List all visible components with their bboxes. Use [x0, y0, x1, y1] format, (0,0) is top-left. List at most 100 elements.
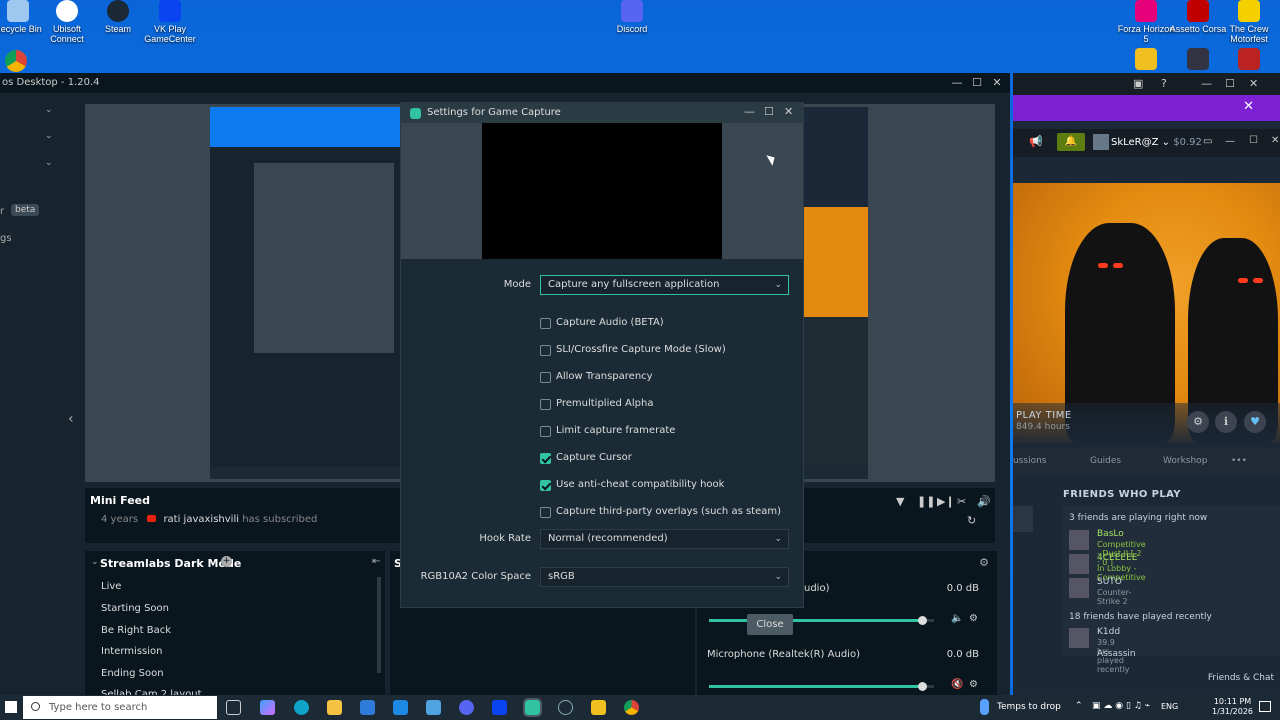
edge-icon[interactable]	[294, 700, 309, 715]
sidebar-item-label[interactable]: r	[0, 206, 4, 217]
gear-icon[interactable]: ⚙	[1187, 411, 1209, 433]
scrollbar[interactable]	[377, 577, 381, 673]
file-explorer-icon[interactable]	[327, 700, 342, 715]
chevron-down-icon[interactable]: ⌄	[45, 158, 53, 168]
minimize-button[interactable]: —	[1225, 136, 1235, 147]
slider-knob[interactable]	[917, 616, 927, 625]
desktop-icon-chrome[interactable]	[0, 50, 48, 74]
gear-icon[interactable]: ⚙	[979, 556, 989, 569]
color-space-select[interactable]: sRGB ⌄	[540, 567, 789, 587]
maximize-button[interactable]: ☐	[1225, 77, 1235, 90]
volume-icon[interactable]: 🔊	[977, 495, 991, 508]
scene-item[interactable]: Starting Soon	[101, 603, 169, 614]
scene-item[interactable]: Be Right Back	[101, 625, 171, 636]
task-view-icon[interactable]	[226, 700, 241, 715]
mail-icon[interactable]	[393, 700, 408, 715]
heart-icon[interactable]: ♥	[1244, 411, 1266, 433]
checkbox-box[interactable]	[540, 372, 551, 383]
checkbox-box[interactable]	[540, 480, 551, 491]
gear-icon[interactable]: ⚙	[969, 613, 978, 624]
steam-icon[interactable]	[558, 700, 573, 715]
scene-item[interactable]: Ending Soon	[101, 668, 164, 679]
vk-play-icon[interactable]	[492, 700, 507, 715]
refresh-icon[interactable]: ↻	[967, 514, 976, 527]
chrome-icon[interactable]	[624, 700, 639, 715]
notification-bell-icon[interactable]: 🔔	[1057, 133, 1085, 151]
weather-text[interactable]: Temps to drop	[997, 702, 1061, 712]
mute-icon[interactable]: 🔇	[951, 679, 963, 690]
streamlabs-icon[interactable]	[523, 698, 542, 717]
friend-name: BasLo	[1097, 529, 1124, 539]
tab-more[interactable]: •••	[1231, 456, 1247, 466]
chevron-up-icon[interactable]: ⌃	[1075, 701, 1083, 711]
taskbar-search-input[interactable]: Type here to search	[23, 696, 217, 719]
checkbox-box[interactable]	[540, 453, 551, 464]
gear-icon[interactable]: ⚙	[969, 679, 978, 690]
preview-nested	[254, 163, 394, 353]
volume-slider[interactable]	[709, 616, 934, 625]
checkbox-box[interactable]	[540, 426, 551, 437]
maximize-button[interactable]: ☐	[764, 105, 774, 118]
friend-status: Counter-Strike 2	[1097, 588, 1132, 606]
windows-start-icon[interactable]	[5, 701, 17, 713]
notification-icon[interactable]	[1259, 701, 1271, 712]
maximize-button[interactable]: ☐	[967, 73, 987, 93]
close-button[interactable]: ✕	[987, 73, 1007, 93]
scene-transition-icon[interactable]: ⇤	[372, 556, 380, 567]
close-icon[interactable]: ✕	[1243, 99, 1254, 114]
desktop-icon-discord[interactable]: Discord	[600, 0, 664, 34]
checkbox-box[interactable]	[540, 345, 551, 356]
sidebar-item-settings[interactable]: gs	[0, 233, 12, 244]
desktop-icon-row2-c[interactable]	[1217, 48, 1280, 72]
info-icon[interactable]: ℹ	[1215, 411, 1237, 433]
desktop-icon-the-crew[interactable]: The Crew Motorfest	[1217, 0, 1280, 44]
volume-icon[interactable]: 🔈	[951, 613, 963, 624]
filter-icon[interactable]: ▼	[896, 495, 904, 508]
close-button[interactable]: ✕	[784, 105, 793, 118]
scene-collection-title[interactable]: Streamlabs Dark Mode	[100, 557, 241, 570]
friends-chat-button[interactable]: Friends & Chat	[1208, 673, 1274, 683]
app-icon[interactable]	[591, 700, 606, 715]
scene-item[interactable]: Intermission	[101, 646, 162, 657]
mute-alerts-icon[interactable]: ✂	[957, 495, 966, 508]
help-icon[interactable]: ?	[1161, 77, 1167, 90]
store-icon[interactable]	[360, 700, 375, 715]
checkbox-box[interactable]	[540, 318, 551, 329]
chrome-icon	[5, 50, 27, 72]
minimize-button[interactable]: —	[947, 73, 967, 93]
clock[interactable]: 10:11 PM 1/31/2026	[1212, 697, 1253, 717]
minimize-button[interactable]: —	[744, 105, 755, 118]
checkbox-box[interactable]	[540, 399, 551, 410]
mode-select[interactable]: Capture any fullscreen application ⌄	[540, 275, 789, 295]
maximize-button[interactable]: ☐	[1249, 135, 1258, 146]
steam-username[interactable]: SkLeR@Z ⌄ $0.92	[1103, 137, 1202, 148]
volume-slider[interactable]	[709, 682, 934, 691]
tab-guides[interactable]: Guides	[1090, 456, 1121, 466]
chevron-down-icon[interactable]: ⌄	[91, 557, 99, 567]
screen-icon[interactable]: ▭	[1203, 136, 1212, 147]
close-button[interactable]: ✕	[1249, 77, 1258, 90]
scene-item[interactable]: Live	[101, 581, 121, 592]
app-icon[interactable]	[426, 700, 441, 715]
minimize-button[interactable]: —	[1201, 77, 1212, 90]
copilot-icon[interactable]	[260, 700, 275, 715]
tray-icons[interactable]: ▣ ☁ ◉ ▯ ♫ ⌁	[1092, 701, 1150, 711]
discord-icon[interactable]	[459, 700, 474, 715]
tab-discussions[interactable]: ussions	[1013, 456, 1046, 466]
big-picture-icon[interactable]: ▣	[1133, 77, 1143, 90]
add-scene-icon[interactable]: +	[221, 556, 232, 567]
broadcast-icon[interactable]: 📢	[1029, 135, 1043, 148]
slider-knob[interactable]	[917, 682, 927, 691]
close-button[interactable]: ✕	[1271, 135, 1279, 146]
hook-rate-select[interactable]: Normal (recommended) ⌄	[540, 529, 789, 549]
chevron-left-icon[interactable]: ‹	[68, 411, 74, 427]
close-dialog-button[interactable]: Close	[747, 614, 793, 635]
skip-icon[interactable]: ▶❙	[937, 495, 955, 508]
pause-icon[interactable]: ❚❚	[917, 495, 935, 508]
tab-workshop[interactable]: Workshop	[1163, 456, 1207, 466]
checkbox-box[interactable]	[540, 507, 551, 518]
chevron-down-icon[interactable]: ⌄	[45, 105, 53, 115]
desktop-icon-vk-play[interactable]: VK Play GameCenter	[138, 0, 202, 44]
chevron-down-icon[interactable]: ⌄	[45, 131, 53, 141]
language-indicator[interactable]: ENG	[1161, 702, 1178, 711]
